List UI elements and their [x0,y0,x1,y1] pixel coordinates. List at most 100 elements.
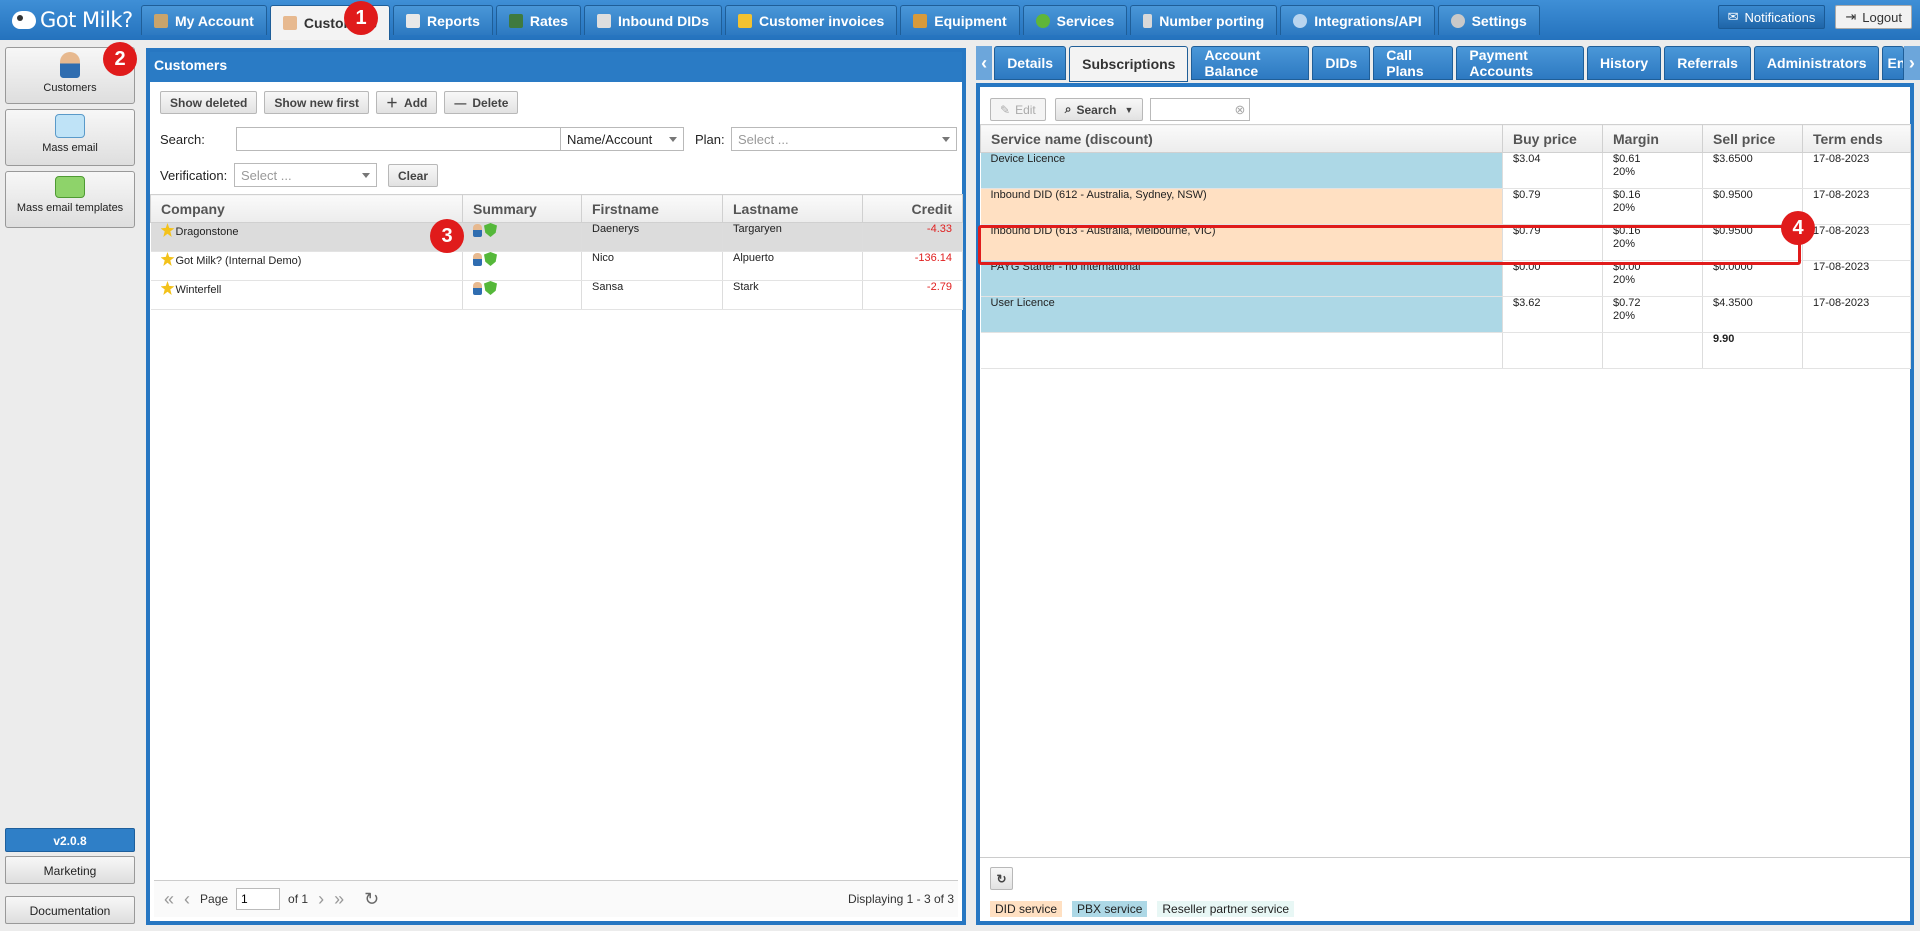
verification-select[interactable]: Select ... [234,163,377,187]
notifications-button[interactable]: ✉ Notifications [1717,5,1826,29]
version-badge: v2.0.8 [5,828,135,852]
star-icon[interactable] [160,252,175,266]
search-button[interactable]: ⌕ Search ▼ [1054,98,1144,121]
buy-price: $0.79 [1502,188,1603,225]
tab-my-account[interactable]: My Account [141,5,267,35]
column-header-credit[interactable]: Credit [862,194,963,223]
margin-percent: 20% [1613,274,1636,286]
table-row[interactable]: Dragonstone Daenerys Targaryen -4.33 [150,222,963,252]
column-header-buy-price[interactable]: Buy price [1502,124,1603,153]
logout-icon: ⇥ [1845,9,1857,24]
tab-settings[interactable]: Settings [1437,5,1540,35]
tab-administrators[interactable]: Administrators [1753,46,1880,80]
show-new-first-button[interactable]: Show new first [264,91,370,114]
table-row[interactable]: Device Licence $3.04 $0.61 20% $3.6500 17… [980,152,1911,189]
service-name: PAYG Starter - no international [980,260,1503,297]
tab-account-balance[interactable]: Account Balance [1191,46,1310,80]
column-header-sell-price[interactable]: Sell price [1702,124,1803,153]
lastname: Alpuerto [722,251,863,281]
lastname: Stark [722,280,863,310]
search-label: Search: [160,132,205,147]
service-name: User Licence [980,296,1503,333]
margin-value: $0.16 [1613,189,1641,201]
tab-rates[interactable]: Rates [495,5,582,35]
tab-scroll-left-icon[interactable]: ‹ [976,46,993,80]
search-input[interactable] [236,127,561,151]
totals-row: 9.90 [980,332,1911,369]
search-icon: ⌕ [1064,102,1072,116]
tab-customer-invoices[interactable]: Customer invoices [725,5,898,35]
show-deleted-button[interactable]: Show deleted [160,91,258,114]
column-header-service-name[interactable]: Service name (discount) [980,124,1503,153]
term-ends: 17-08-2023 [1802,188,1911,225]
column-header-term-ends[interactable]: Term ends [1802,124,1911,153]
tab-inbound-dids[interactable]: Inbound DIDs [584,5,723,35]
logout-button[interactable]: ⇥ Logout [1835,5,1912,29]
add-button[interactable]: ＋ Add [376,91,438,114]
customers-panel: Customers Show deleted Show new first ＋ A… [146,48,966,925]
column-header-company[interactable]: Company [150,194,463,223]
next-page-icon[interactable]: › [318,889,324,910]
left-nav-label: Mass email templates [16,202,124,214]
last-page-icon[interactable]: » [334,889,344,910]
tab-subscriptions[interactable]: Subscriptions [1069,46,1189,82]
tab-details[interactable]: Details [994,46,1067,80]
tab-history[interactable]: History [1586,46,1662,80]
tab-referrals[interactable]: Referrals [1664,46,1751,80]
documentation-button[interactable]: Documentation [5,896,135,924]
clear-button[interactable]: Clear [388,164,439,187]
table-row[interactable]: PAYG Starter - no international $0.00 $0… [980,260,1911,297]
logo[interactable]: Got Milk? [12,4,133,36]
left-nav-mass-email[interactable]: Mass email [5,109,135,166]
table-row[interactable]: Got Milk? (Internal Demo) Nico Alpuerto … [150,251,963,281]
table-row[interactable]: User Licence $3.62 $0.72 20% $4.3500 17-0… [980,296,1911,333]
refresh-icon[interactable]: ↻ [364,889,379,910]
plan-select[interactable]: Select ... [731,127,957,151]
box-icon [913,13,928,28]
column-header-firstname[interactable]: Firstname [581,194,723,223]
verification-label: Verification: [160,168,228,183]
clear-input-icon[interactable]: ⊗ [1235,102,1246,118]
column-header-margin[interactable]: Margin [1602,124,1703,153]
term-ends: 17-08-2023 [1802,260,1911,297]
column-header-summary[interactable]: Summary [462,194,582,223]
marketing-button[interactable]: Marketing [5,856,135,884]
search-mode-select[interactable]: Name/Account [560,127,684,151]
column-header-lastname[interactable]: Lastname [722,194,863,223]
tab-number-porting[interactable]: Number porting [1130,5,1278,35]
tab-equipment[interactable]: Equipment [900,5,1020,35]
tab-dids[interactable]: DIDs [1312,46,1371,80]
tab-integrations-api[interactable]: Integrations/API [1280,5,1435,35]
legend-pbx-service: PBX service [1072,901,1148,917]
first-page-icon[interactable]: « [164,889,174,910]
table-row[interactable]: Inbound DID (612 - Australia, Sydney, NS… [980,188,1911,225]
page-number-input[interactable] [236,888,281,910]
top-right-actions: ✉ Notifications ⇥ Logout [1717,5,1912,29]
delete-button[interactable]: — Delete [444,91,519,114]
firstname: Sansa [581,280,723,310]
refresh-button[interactable]: ↻ [990,867,1013,890]
chevron-down-icon [362,173,370,178]
credit: -4.33 [862,222,963,252]
left-nav-mass-email-templates[interactable]: Mass email templates [5,171,135,228]
tab-en[interactable]: En [1882,46,1904,80]
subscription-search-input[interactable]: ⊗ [1150,98,1251,121]
minus-icon: — [454,95,467,110]
firstname: Daenerys [581,222,723,252]
tab-reports[interactable]: Reports [392,5,493,35]
tab-payment-accounts[interactable]: Payment Accounts [1456,46,1584,80]
edit-button[interactable]: ✎ Edit [990,98,1046,121]
margin-percent: 20% [1613,166,1636,178]
phone-icon [1143,13,1153,28]
service-name: Inbound DID (612 - Australia, Sydney, NS… [980,188,1503,225]
pagination-bar: « ‹ Page of 1 › » ↻ Displaying 1 - 3 of … [154,880,958,917]
tab-scroll-right-icon[interactable]: › [1903,46,1920,80]
star-icon[interactable] [160,223,175,237]
table-row[interactable]: Winterfell Sansa Stark -2.79 [150,280,963,310]
sell-price: $0.0000 [1702,260,1803,297]
star-icon[interactable] [160,281,175,295]
previous-page-icon[interactable]: ‹ [184,889,190,910]
tab-services[interactable]: Services [1022,5,1128,35]
company-name: Winterfell [175,284,222,296]
tab-call-plans[interactable]: Call Plans [1373,46,1454,80]
